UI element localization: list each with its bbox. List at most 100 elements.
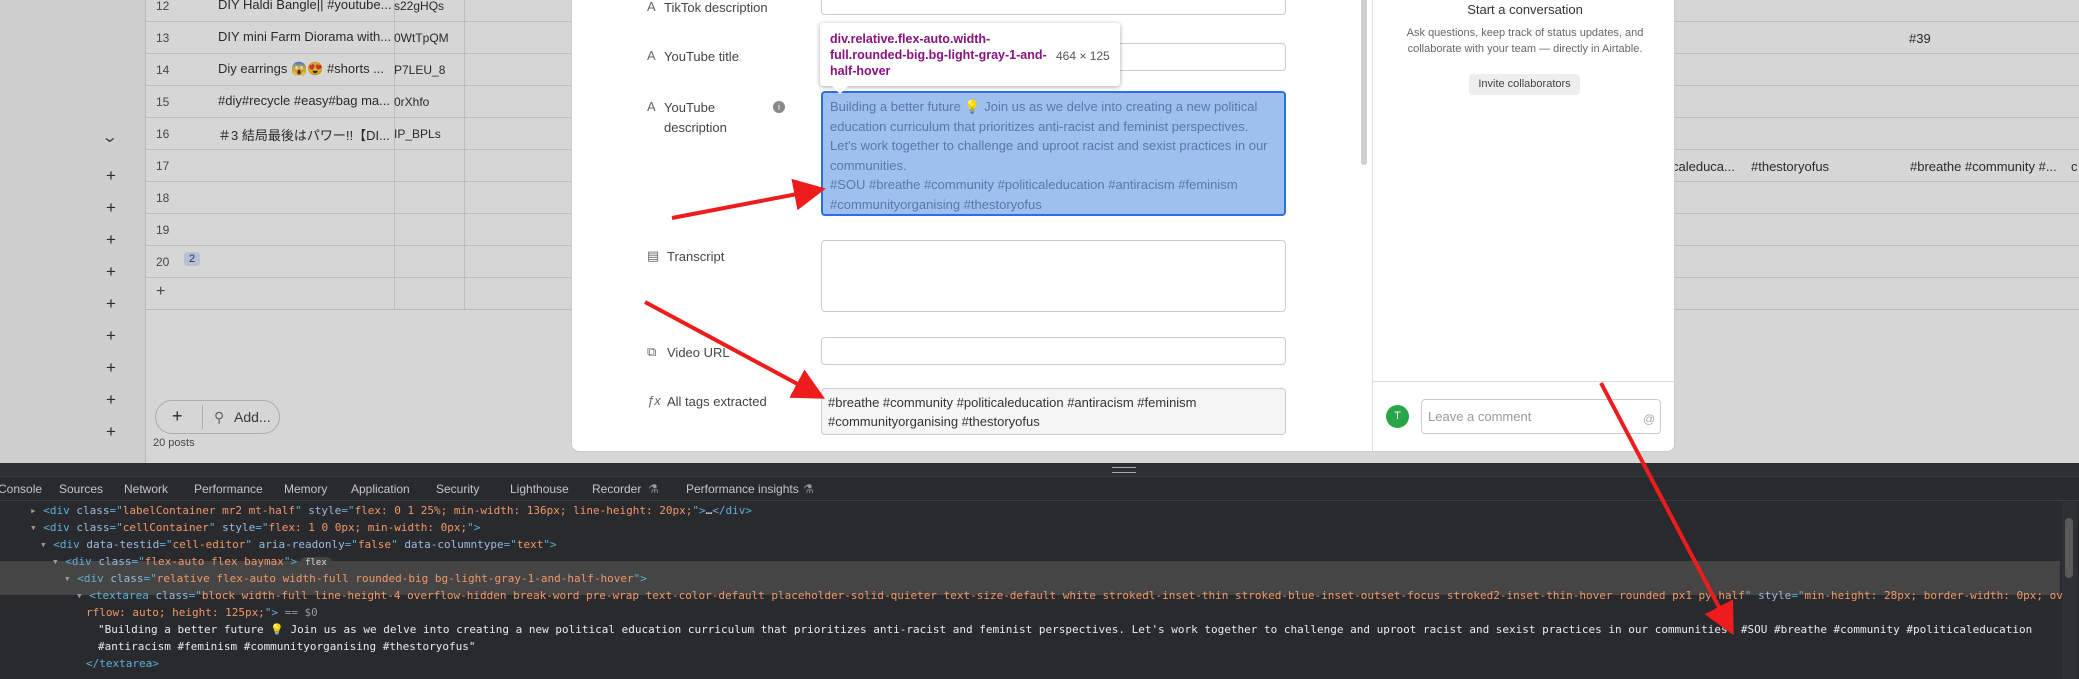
- code-token: ">: [283, 555, 298, 568]
- tab-security[interactable]: Security: [436, 482, 479, 496]
- code-token: </div>: [712, 504, 752, 517]
- code-token: ">: [467, 521, 481, 534]
- flask-icon: ⚗: [648, 482, 659, 496]
- code-token: =": [344, 538, 358, 551]
- tiktok-description-field[interactable]: [821, 0, 1286, 15]
- code-token: relative flex-auto width-full rounded-bi…: [156, 572, 634, 585]
- code-token: <div: [65, 555, 99, 568]
- modal-scrollbar[interactable]: [1361, 0, 1367, 165]
- code-token: text: [516, 538, 544, 551]
- text-field-icon: A: [647, 48, 656, 63]
- devtools-panel: Console Sources Network Performance Memo…: [0, 463, 2079, 679]
- code-token: flex-auto flex baymax: [144, 555, 284, 568]
- code-token: style: [308, 504, 342, 517]
- tab-lighthouse[interactable]: Lighthouse: [510, 482, 569, 496]
- code-token: class: [76, 521, 110, 534]
- flex-badge[interactable]: flex: [300, 557, 332, 569]
- code-token: ": [1744, 589, 1759, 602]
- transcript-field[interactable]: [821, 240, 1286, 312]
- code-token: aria-readonly: [258, 538, 345, 551]
- code-token: class: [155, 589, 189, 602]
- dom-node-line[interactable]: ▾ <div class="cellContainer" style="flex…: [30, 519, 480, 536]
- code-token: class: [98, 555, 132, 568]
- tab-network[interactable]: Network: [124, 482, 168, 496]
- code-token: =": [503, 538, 517, 551]
- flask-icon: ⚗: [803, 482, 814, 496]
- transcript-icon: ▤: [647, 248, 660, 263]
- code-token: min-height: 28px; border-width: 0px; ove: [1804, 589, 2070, 602]
- code-token: data-columntype: [404, 538, 504, 551]
- tab-performance-insights[interactable]: Performance insights: [686, 482, 799, 496]
- avatar: T: [1386, 405, 1409, 428]
- devtools-scroll-thumb[interactable]: [2065, 518, 2073, 578]
- code-token: ": [391, 538, 405, 551]
- code-token: == $0: [278, 606, 318, 619]
- tab-memory[interactable]: Memory: [284, 482, 327, 496]
- code-token: =": [255, 521, 269, 534]
- tab-performance[interactable]: Performance: [194, 482, 263, 496]
- comment-placeholder: Leave a comment: [1428, 409, 1532, 424]
- dom-node-line[interactable]: ▾ <div data-testid="cell-editor" aria-re…: [40, 536, 557, 553]
- devtools-tabbar: Console Sources Network Performance Memo…: [0, 477, 2079, 501]
- code-token: ": [245, 538, 259, 551]
- code-token: style: [1758, 589, 1792, 602]
- code-token: <div: [77, 572, 111, 585]
- dom-text-node[interactable]: "Building a better future 💡 Join us as w…: [98, 621, 2032, 638]
- video-url-field[interactable]: [821, 337, 1286, 365]
- code-token: data-testid: [86, 538, 160, 551]
- info-icon[interactable]: i: [773, 101, 785, 113]
- dom-node-line[interactable]: ▸ <div class="labelContainer mr2 mt-half…: [30, 502, 752, 519]
- youtube-description-textarea[interactable]: Building a better future 💡 Join us as we…: [821, 91, 1286, 216]
- code-token: =": [131, 555, 145, 568]
- mention-icon[interactable]: @: [1643, 412, 1655, 426]
- tab-sources[interactable]: Sources: [59, 482, 103, 496]
- code-token: </textarea>: [86, 657, 159, 670]
- code-token: ">: [692, 504, 706, 517]
- text-field-icon: A: [647, 99, 656, 114]
- code-token: <div: [43, 504, 77, 517]
- devtools-resize-handle[interactable]: [0, 463, 2079, 477]
- formula-icon: ƒx: [647, 393, 661, 408]
- code-token: flex: 0 1 25%; min-width: 136px; line-he…: [354, 504, 693, 517]
- code-token: ": [294, 504, 309, 517]
- conversation-subtitle: Ask questions, keep track of status upda…: [1406, 27, 1644, 55]
- code-token: =": [143, 572, 157, 585]
- code-token: class: [76, 504, 110, 517]
- code-token: style: [222, 521, 256, 534]
- field-label-tiktok-description: TikTok description: [664, 0, 768, 15]
- screenshot-root: ⌄ + + + + + + + + + 12 DIY Haldi Bangle|…: [0, 0, 2079, 679]
- code-token: =": [1791, 589, 1805, 602]
- field-label-youtube-title: YouTube title: [664, 49, 739, 64]
- comment-input[interactable]: Leave a comment @: [1421, 399, 1661, 434]
- dom-node-line[interactable]: </textarea>: [86, 655, 159, 672]
- dom-node-line[interactable]: ▾ <div class="relative flex-auto width-f…: [64, 570, 647, 587]
- field-label-youtube-description-cont: description: [664, 120, 727, 135]
- code-token: cell-editor: [172, 538, 246, 551]
- dom-node-line-selected[interactable]: ▾ <textarea class="block width-full line…: [76, 587, 2069, 604]
- text-field-icon: A: [647, 0, 656, 14]
- tab-console[interactable]: Console: [0, 482, 42, 496]
- invite-collaborators-button[interactable]: Invite collaborators: [1469, 74, 1580, 95]
- link-icon: ⧉: [647, 344, 657, 359]
- field-label-video-url: Video URL: [667, 345, 730, 360]
- field-label-all-tags: All tags extracted: [667, 394, 767, 409]
- code-token: flex: 1 0 0px; min-width: 0px;: [268, 521, 468, 534]
- code-token: rflow: auto; height: 125px;: [86, 606, 265, 619]
- code-token: <textarea: [89, 589, 156, 602]
- code-token: ": [208, 521, 223, 534]
- tab-recorder[interactable]: Recorder: [592, 482, 641, 496]
- code-token: =": [109, 521, 123, 534]
- code-token: =": [341, 504, 355, 517]
- dom-text-node-cont[interactable]: #antiracism #feminism #communityorganisi…: [98, 638, 476, 655]
- airtable-app: ⌄ + + + + + + + + + 12 DIY Haldi Bangle|…: [0, 0, 2079, 463]
- elements-tree: ▸ <div class="labelContainer mr2 mt-half…: [0, 502, 2069, 679]
- dom-node-line-selected-cont[interactable]: rflow: auto; height: 125px;"> == $0: [86, 604, 318, 621]
- all-tags-field: #breathe #community #politicaleducation …: [821, 388, 1286, 435]
- code-token: false: [357, 538, 392, 551]
- code-token: ">: [264, 606, 279, 619]
- tab-application[interactable]: Application: [351, 482, 410, 496]
- code-token: ">: [633, 572, 647, 585]
- dom-node-line[interactable]: ▾ <div class="flex-auto flex baymax"> fle…: [52, 553, 332, 570]
- code-token: =": [159, 538, 173, 551]
- tooltip-element-size: 464 × 125: [1056, 49, 1110, 63]
